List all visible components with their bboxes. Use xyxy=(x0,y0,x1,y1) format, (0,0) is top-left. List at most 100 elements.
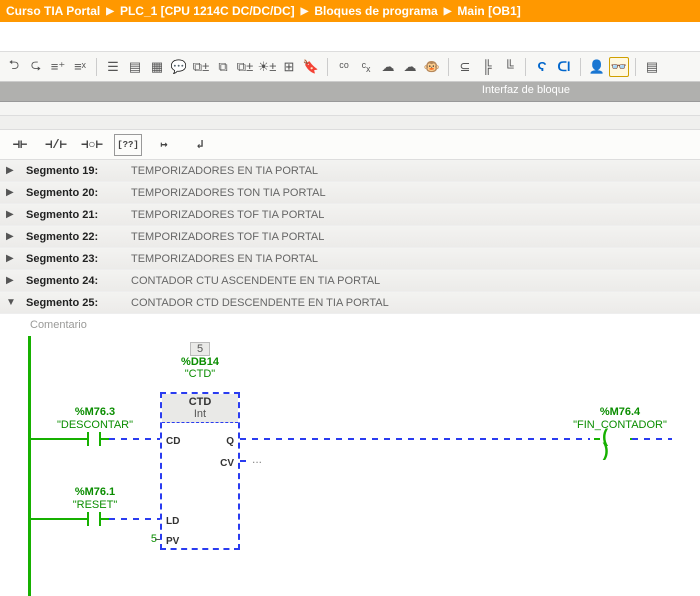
editor-toolbar: ⮌ ⮎ ≡⁺ ≡ˣ ☰ ▤ ▦ 💬 ⧉± ⧉ ⧉± ☀± ⊞ 🔖 ᶜᵒ ᶜₓ ☁… xyxy=(0,52,700,82)
tag-address: %M76.3 xyxy=(50,406,140,419)
spacer-row xyxy=(0,116,700,130)
tool-icon[interactable]: ⧉ xyxy=(213,57,233,77)
tool-icon[interactable]: ⊞ xyxy=(279,57,299,77)
separator xyxy=(327,58,328,76)
tool-icon[interactable]: ≡ˣ xyxy=(70,57,90,77)
breadcrumb-part[interactable]: PLC_1 [CPU 1214C DC/DC/DC] xyxy=(120,4,295,18)
segment-number: Segmento 24: xyxy=(26,275,121,287)
palette-branch-close[interactable]: ↲ xyxy=(186,134,214,156)
glasses-icon[interactable]: 👓 xyxy=(609,57,629,77)
palette-nc-contact[interactable]: ⊣/⊢ xyxy=(42,134,70,156)
ctd-block[interactable]: CTD Int CD Q CV LD PV xyxy=(160,392,240,550)
wire-dashed xyxy=(109,518,160,520)
fb-instance-number: 5 xyxy=(190,342,210,356)
segment-row[interactable]: ▶ Segmento 21: TEMPORIZADORES TOF TIA PO… xyxy=(0,204,700,226)
no-contact[interactable] xyxy=(79,512,109,526)
spacer-row xyxy=(0,102,700,116)
tool-icon[interactable]: ▤ xyxy=(642,57,662,77)
tool-icon[interactable]: ▦ xyxy=(147,57,167,77)
tool-icon[interactable]: ☰ xyxy=(103,57,123,77)
tool-icon[interactable]: ☁ xyxy=(378,57,398,77)
tool-icon[interactable]: 🔖 xyxy=(301,57,321,77)
wire-dashed xyxy=(109,438,160,440)
segment-row[interactable]: ▶ Segmento 19: TEMPORIZADORES EN TIA POR… xyxy=(0,160,700,182)
breadcrumb-part[interactable]: Curso TIA Portal xyxy=(6,4,100,18)
chevron-right-icon: ▶ xyxy=(106,6,114,17)
tag-address: %M76.4 xyxy=(565,406,675,419)
tool-icon[interactable]: Ϛ xyxy=(532,57,552,77)
ladder-network[interactable]: 5 %DB14 "CTD" CTD Int CD Q CV LD PV %M76… xyxy=(0,336,700,596)
segment-number: Segmento 20: xyxy=(26,187,121,199)
block-interface-label: Interfaz de bloque xyxy=(482,84,570,96)
segment-title: TEMPORIZADORES EN TIA PORTAL xyxy=(131,253,318,265)
segment-comment[interactable]: Comentario xyxy=(0,314,700,336)
block-interface-bar[interactable]: Interfaz de bloque xyxy=(0,82,700,102)
wire-dashed xyxy=(240,438,590,440)
segment-row[interactable]: ▶ Segmento 23: TEMPORIZADORES EN TIA POR… xyxy=(0,248,700,270)
cv-value: ... xyxy=(252,452,262,466)
segment-list: ▶ Segmento 19: TEMPORIZADORES EN TIA POR… xyxy=(0,160,700,336)
wire-pv xyxy=(155,539,160,540)
tool-icon[interactable]: ☁ xyxy=(400,57,420,77)
tool-icon[interactable]: ⧉± xyxy=(191,57,211,77)
fb-header: CTD Int xyxy=(162,394,238,423)
coil[interactable]: ( ) xyxy=(600,431,630,447)
segment-row[interactable]: ▶ Segmento 24: CONTADOR CTU ASCENDENTE E… xyxy=(0,270,700,292)
wire xyxy=(31,518,79,520)
pin-cv: CV xyxy=(220,458,234,469)
ladder-palette: ⊣⊢ ⊣/⊢ ⊣○⊢ [??] ↦ ↲ xyxy=(0,130,700,160)
segment-row[interactable]: ▼ Segmento 25: CONTADOR CTD DESCENDENTE … xyxy=(0,292,700,314)
fb-instance-name: "CTD" xyxy=(185,368,215,380)
pin-q: Q xyxy=(226,436,234,447)
segment-title: TEMPORIZADORES TON TIA PORTAL xyxy=(131,187,326,199)
palette-no-contact[interactable]: ⊣⊢ xyxy=(6,134,34,156)
chevron-right-icon: ▶ xyxy=(301,6,309,17)
no-contact[interactable] xyxy=(79,432,109,446)
tool-icon[interactable]: 🐵 xyxy=(422,57,442,77)
tag-symbol: "DESCONTAR" xyxy=(50,419,140,432)
tag-label-cd[interactable]: %M76.3 "DESCONTAR" xyxy=(50,406,140,432)
tool-icon[interactable]: ⧉± xyxy=(235,57,255,77)
tag-symbol: "RESET" xyxy=(55,499,135,512)
pin-ld: LD xyxy=(166,516,179,527)
tool-icon[interactable]: ≡⁺ xyxy=(48,57,68,77)
pin-cd: CD xyxy=(166,436,180,447)
tag-address: %M76.1 xyxy=(55,486,135,499)
palette-empty-box[interactable]: [??] xyxy=(114,134,142,156)
tool-icon[interactable]: ᶜₓ xyxy=(356,57,376,77)
segment-row[interactable]: ▶ Segmento 22: TEMPORIZADORES TOF TIA PO… xyxy=(0,226,700,248)
breadcrumb-part[interactable]: Main [OB1] xyxy=(457,4,520,18)
tool-icon[interactable]: ⮎ xyxy=(26,57,46,77)
tool-icon[interactable]: ☀± xyxy=(257,57,277,77)
caret-right-icon: ▶ xyxy=(6,165,16,176)
segment-number: Segmento 21: xyxy=(26,209,121,221)
tool-icon[interactable]: ᑕl xyxy=(554,57,574,77)
tool-icon[interactable]: ⊆ xyxy=(455,57,475,77)
tool-icon[interactable]: 💬 xyxy=(169,57,189,77)
tool-icon[interactable]: ╠ xyxy=(477,57,497,77)
palette-coil[interactable]: ⊣○⊢ xyxy=(78,134,106,156)
caret-right-icon: ▶ xyxy=(6,275,16,286)
tool-icon[interactable]: ᶜᵒ xyxy=(334,57,354,77)
chevron-right-icon: ▶ xyxy=(444,6,452,17)
tool-icon[interactable]: ▤ xyxy=(125,57,145,77)
pv-value[interactable]: 5 xyxy=(135,533,157,545)
tool-icon[interactable]: ╚ xyxy=(499,57,519,77)
comment-placeholder: Comentario xyxy=(30,319,87,331)
segment-title: TEMPORIZADORES EN TIA PORTAL xyxy=(131,165,318,177)
breadcrumb-part[interactable]: Bloques de programa xyxy=(314,4,437,18)
caret-right-icon: ▶ xyxy=(6,231,16,242)
segment-title: TEMPORIZADORES TOF TIA PORTAL xyxy=(131,231,324,243)
separator xyxy=(96,58,97,76)
caret-right-icon: ▶ xyxy=(6,209,16,220)
caret-right-icon: ▶ xyxy=(6,253,16,264)
segment-row[interactable]: ▶ Segmento 20: TEMPORIZADORES TON TIA PO… xyxy=(0,182,700,204)
tool-icon[interactable]: 👤 xyxy=(587,57,607,77)
tag-label-ld[interactable]: %M76.1 "RESET" xyxy=(55,486,135,512)
fb-type: CTD xyxy=(162,396,238,408)
segment-number: Segmento 23: xyxy=(26,253,121,265)
palette-branch-open[interactable]: ↦ xyxy=(150,134,178,156)
fb-instance-label: 5 %DB14 "CTD" xyxy=(160,342,240,380)
tool-icon[interactable]: ⮌ xyxy=(4,57,24,77)
wire xyxy=(31,438,79,440)
